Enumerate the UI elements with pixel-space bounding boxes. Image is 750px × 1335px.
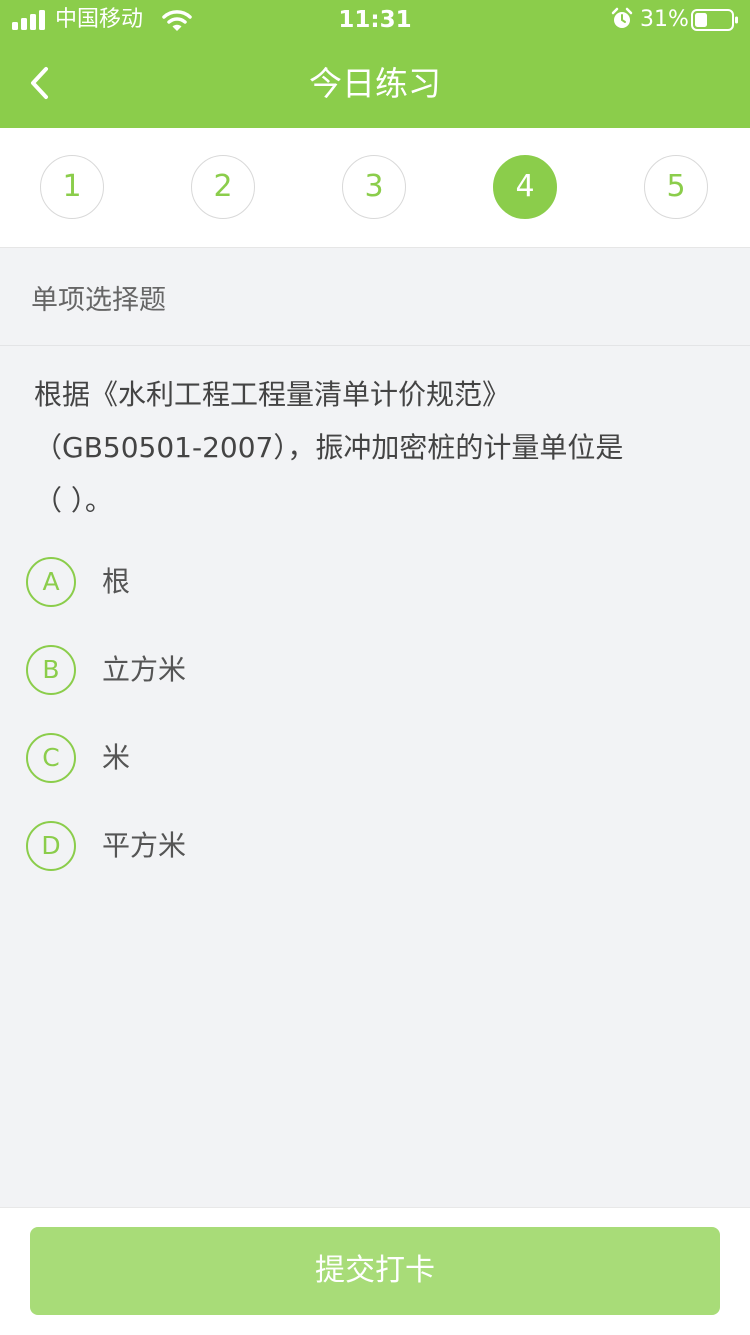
question-type: 单项选择题: [31, 285, 166, 316]
question-number-4-active[interactable]: 4: [493, 155, 557, 219]
question-number-nav: 1 2 3 4 5: [0, 128, 750, 248]
option-b[interactable]: B 立方米: [26, 645, 726, 697]
submit-checkin-button[interactable]: 提交打卡: [30, 1227, 720, 1315]
option-text: 根: [102, 565, 131, 598]
option-d[interactable]: D 平方米: [26, 821, 726, 873]
battery-icon: [691, 9, 738, 31]
chevron-left-icon: [31, 67, 48, 99]
option-text: 米: [102, 741, 131, 774]
nav-bar: 今日练习: [0, 40, 750, 128]
battery-percentage: 31%: [640, 7, 689, 32]
option-badge: C: [26, 733, 76, 783]
option-badge: A: [26, 557, 76, 607]
wifi-icon: [162, 10, 192, 31]
status-bar: 中国移动 11:31 31%: [0, 0, 750, 40]
option-text: 平方米: [102, 829, 187, 862]
option-text: 立方米: [102, 653, 187, 686]
bottom-bar: 提交打卡: [0, 1207, 750, 1335]
option-c[interactable]: C 米: [26, 733, 726, 785]
header-background: 中国移动 11:31 31% 今日练习: [0, 0, 750, 128]
carrier-name: 中国移动: [55, 7, 144, 32]
page-title: 今日练习: [309, 64, 441, 103]
question-number-1[interactable]: 1: [40, 155, 104, 219]
signal-icon: [12, 10, 45, 30]
option-a[interactable]: A 根: [26, 557, 726, 609]
question-number-5[interactable]: 5: [644, 155, 708, 219]
option-badge: D: [26, 821, 76, 871]
option-badge: B: [26, 645, 76, 695]
question-text: 根据《水利工程工程量清单计价规范》 （GB50501-2007），振冲加密桩的计…: [34, 378, 624, 517]
question-number-2[interactable]: 2: [191, 155, 255, 219]
back-button[interactable]: [18, 58, 64, 108]
question-number-3[interactable]: 3: [342, 155, 406, 219]
alarm-icon: [611, 7, 633, 28]
question-type-header: 单项选择题: [0, 248, 750, 346]
